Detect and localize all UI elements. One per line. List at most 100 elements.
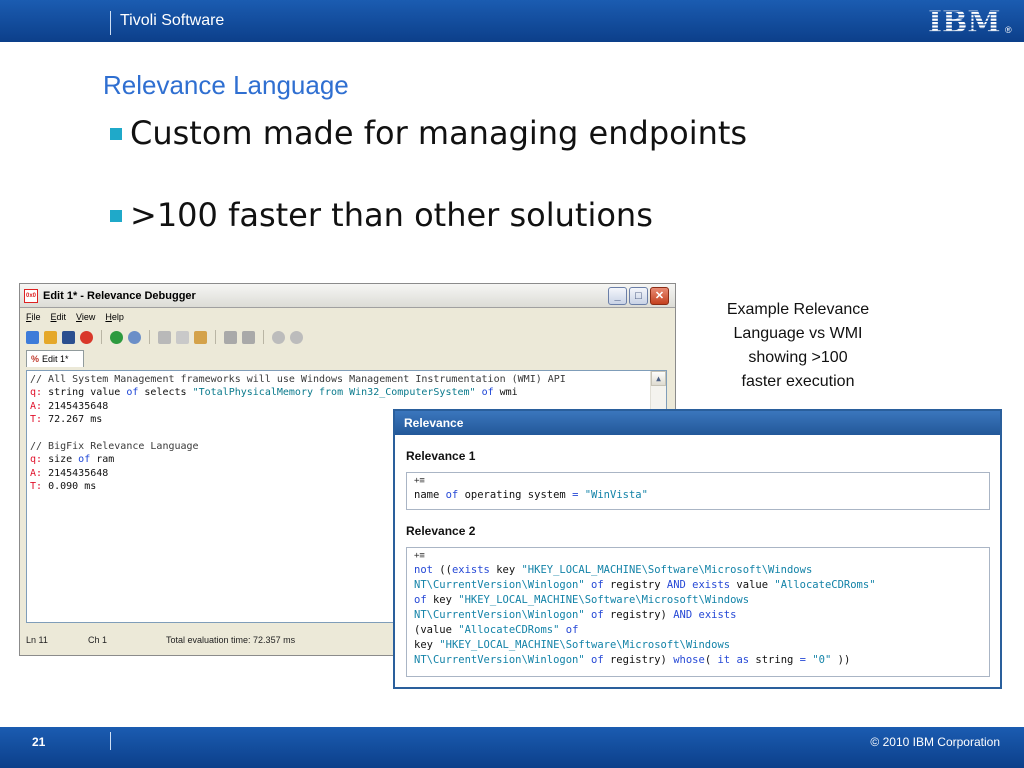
code-token: T: — [30, 414, 43, 426]
code-token: A: — [30, 467, 43, 479]
code-token: name — [414, 489, 446, 501]
code-token: ( — [704, 654, 718, 666]
window-controls: _ □ ✕ — [608, 287, 669, 305]
zoom-in-icon[interactable] — [272, 330, 285, 344]
code-token: NT\CurrentVersion\Winlogon" — [414, 609, 585, 621]
scroll-up-icon[interactable]: ▲ — [651, 371, 666, 386]
code-line: NT\CurrentVersion\Winlogon" of registry … — [414, 579, 989, 594]
menu-view[interactable]: View — [76, 312, 95, 322]
refresh-icon[interactable] — [110, 330, 123, 344]
code-line: // All System Management frameworks will… — [30, 374, 666, 387]
caption-line: showing >100 — [748, 349, 848, 366]
code-token: key — [414, 639, 440, 651]
code-token: )) — [831, 654, 851, 666]
code-token: it — [717, 654, 731, 666]
toolbar-separator — [215, 330, 216, 344]
relevance-1-code[interactable]: +≡ name of operating system = "WinVista" — [406, 472, 990, 510]
code-token: of — [126, 387, 139, 399]
code-token: selects — [138, 387, 193, 399]
toolbar-separator — [263, 330, 264, 344]
code-token: as — [730, 654, 750, 666]
code-token: "TotalPhysicalMemory from Win32_Computer… — [192, 387, 476, 399]
code-token: operating system — [458, 489, 573, 501]
outdent-icon[interactable] — [242, 330, 255, 344]
cut-icon[interactable] — [158, 330, 171, 344]
open-icon[interactable] — [44, 330, 57, 344]
code-token: of — [78, 454, 91, 466]
relevance-panel: Relevance Relevance 1 +≡ name of operatin… — [393, 409, 1002, 689]
maximize-button[interactable]: □ — [629, 287, 648, 305]
code-token: (( — [432, 564, 452, 576]
close-button[interactable]: ✕ — [650, 287, 669, 305]
toolbar — [20, 326, 675, 348]
code-line: name of operating system = "WinVista" — [414, 489, 989, 504]
code-token: registry) — [603, 654, 674, 666]
code-token: "WinVista" — [578, 489, 648, 501]
insert-relevance-icon[interactable]: +≡ — [414, 551, 989, 564]
copyright: © 2010 IBM Corporation — [870, 735, 1000, 749]
section-heading: Relevance 2 — [406, 524, 476, 538]
ibm-logo-text: IBM — [928, 5, 1001, 37]
menu-help[interactable]: Help — [105, 312, 124, 322]
stop-icon[interactable] — [80, 330, 93, 344]
new-icon[interactable] — [26, 330, 39, 344]
caption-line: faster execution — [741, 373, 855, 390]
code-token: string — [749, 654, 800, 666]
app-icon: 0x0 — [24, 288, 38, 303]
status-line: Ln 11 — [26, 635, 48, 645]
code-token: (value — [414, 624, 459, 636]
section-heading: Relevance 1 — [406, 449, 476, 463]
bullet-square-icon — [110, 128, 122, 140]
code-token: of — [584, 654, 604, 666]
zoom-out-icon[interactable] — [290, 330, 303, 344]
menu-file[interactable]: File — [26, 312, 41, 322]
paste-icon[interactable] — [194, 330, 207, 344]
footer-bar: 21 © 2010 IBM Corporation — [0, 727, 1024, 768]
indent-icon[interactable] — [224, 330, 237, 344]
caption-line: Example Relevance — [726, 301, 870, 318]
toolbar-separator — [101, 330, 102, 344]
code-token: of — [559, 624, 579, 636]
code-token: NT\CurrentVersion\Winlogon" — [414, 579, 585, 591]
caption-text: Example Relevance Language vs WMI showin… — [700, 298, 896, 394]
code-token: ram — [90, 454, 115, 466]
caption-line: Language vs WMI — [733, 325, 863, 342]
code-token: AND — [673, 609, 693, 621]
bullet-item: >100 faster than other solutions — [110, 196, 653, 234]
code-token: AND — [666, 579, 686, 591]
code-token: T: — [30, 481, 43, 493]
code-token: // BigFix Relevance Language — [30, 440, 199, 452]
menu-edit[interactable]: Edit — [51, 312, 67, 322]
copy-icon[interactable] — [176, 330, 189, 344]
bullet-square-icon — [110, 210, 122, 222]
code-token: q: — [30, 454, 43, 466]
save-icon[interactable] — [62, 330, 75, 344]
code-token: of — [414, 594, 427, 606]
insert-relevance-icon[interactable]: +≡ — [414, 476, 989, 489]
code-token: whose — [673, 654, 705, 666]
code-line: (value "AllocateCDRoms" of — [414, 624, 989, 639]
registered-mark: ® — [1005, 25, 1012, 35]
code-line: key "HKEY_LOCAL_MACHINE\Software\Microso… — [414, 639, 989, 654]
find-icon[interactable] — [128, 330, 141, 344]
code-token: of — [445, 489, 459, 501]
page-number: 21 — [32, 735, 46, 749]
bullet-text: Custom made for managing endpoints — [130, 114, 748, 152]
code-token: key — [489, 564, 522, 576]
toolbar-separator — [149, 330, 150, 344]
code-token: 2145435648 — [42, 467, 109, 479]
code-token: 72.267 ms — [42, 414, 103, 426]
code-token: q: — [30, 387, 43, 399]
window-titlebar[interactable]: 0x0 Edit 1* - Relevance Debugger _ □ ✕ — [20, 284, 675, 308]
code-token: exists — [692, 609, 737, 621]
relevance-icon: % — [31, 354, 40, 364]
code-token: size — [42, 454, 79, 466]
minimize-button[interactable]: _ — [608, 287, 627, 305]
window-title: Edit 1* - Relevance Debugger — [43, 289, 196, 302]
relevance-2-code[interactable]: +≡ not ((exists key "HKEY_LOCAL_MACHINE\S… — [406, 547, 990, 677]
code-token: not — [414, 564, 433, 576]
ibm-logo: IBM ® — [928, 5, 1012, 37]
code-line: not ((exists key "HKEY_LOCAL_MACHINE\Sof… — [414, 564, 989, 579]
tab-edit-1[interactable]: % Edit 1* — [26, 350, 84, 367]
code-token: value — [730, 579, 775, 591]
